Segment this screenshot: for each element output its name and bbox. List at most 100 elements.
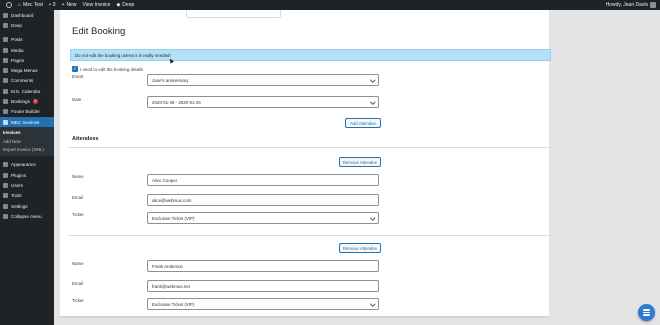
email-label: Email bbox=[72, 281, 83, 286]
remove-attendee-label: Remove Attendee bbox=[342, 245, 378, 251]
calendar-icon bbox=[3, 88, 8, 94]
view-invoice-link[interactable]: View Invoice bbox=[79, 0, 113, 10]
attendee-ticket-value: Exclusive Ticket (VIP) bbox=[152, 301, 195, 307]
new-content-link[interactable]: + New bbox=[59, 0, 80, 10]
deep-icon: ◆ bbox=[116, 2, 121, 8]
wordpress-icon bbox=[6, 2, 12, 8]
attendee-ticket-select[interactable]: Exclusive Ticket (VIP) bbox=[147, 212, 379, 224]
edit-details-checkbox[interactable]: ✓ bbox=[72, 66, 78, 72]
sidebar-item-bookings[interactable]: Bookings 2 bbox=[0, 96, 54, 106]
sidebar-item-pages[interactable]: Pages bbox=[0, 55, 54, 65]
sidebar-item-appearance[interactable]: Appearance bbox=[0, 160, 54, 170]
add-attendee-button[interactable]: Add Attendee bbox=[345, 118, 381, 128]
sidebar-item-label: Bookings bbox=[11, 99, 30, 105]
top-tab-box bbox=[186, 10, 281, 18]
sidebar-item-footer-builder[interactable]: Footer Builder bbox=[0, 107, 54, 117]
pages-icon bbox=[3, 57, 8, 63]
sidebar-item-comments[interactable]: Comments bbox=[0, 76, 54, 86]
sidebar-item-label: Comments bbox=[11, 78, 34, 84]
event-select[interactable]: Jane's anniversary bbox=[147, 74, 379, 86]
comments-count: 0 bbox=[52, 2, 56, 8]
submenu-item-invoices[interactable]: Invoices bbox=[0, 128, 54, 137]
hamburger-icon-line bbox=[643, 309, 650, 311]
remove-attendee-button[interactable]: Remove Attendee bbox=[339, 243, 381, 253]
attendee-email-input[interactable]: frank@webmus.net bbox=[147, 280, 379, 292]
sidebar-item-label: Dashboard bbox=[11, 12, 34, 18]
floating-menu-button[interactable] bbox=[638, 304, 655, 321]
sidebar-item-settings[interactable]: Settings bbox=[0, 201, 54, 211]
booking-icon bbox=[3, 99, 8, 105]
sidebar-item-label: Mega Menus bbox=[11, 68, 38, 74]
date-value: 2020-01-26 - 2020-01-26 bbox=[152, 99, 201, 105]
submenu-label: Add New bbox=[3, 138, 21, 144]
remove-attendee-button[interactable]: Remove Attendee bbox=[339, 157, 381, 167]
attendee-name-input[interactable]: Frank Anderson bbox=[147, 260, 379, 272]
plus-icon: + bbox=[61, 2, 65, 8]
wordpress-logo[interactable] bbox=[0, 0, 15, 10]
email-label: Email bbox=[72, 195, 83, 200]
add-attendee-label: Add Attendee bbox=[350, 120, 376, 126]
warning-notice: Do not edit the booking unless it is rea… bbox=[70, 49, 551, 61]
pin-icon bbox=[3, 37, 8, 43]
attendee-name-input[interactable]: Alice Cooper bbox=[147, 174, 379, 186]
bookings-count-badge: 2 bbox=[32, 99, 38, 105]
sidebar-item-users[interactable]: Users bbox=[0, 180, 54, 190]
sidebar-item-label: Appearance bbox=[11, 162, 36, 168]
attendee-ticket-value: Exclusive Ticket (VIP) bbox=[152, 215, 195, 221]
sidebar-item-label: MEC Invoices bbox=[11, 119, 40, 125]
main-content: Edit Booking Do not edit the booking unl… bbox=[54, 10, 660, 325]
attendee-divider bbox=[68, 235, 553, 236]
sidebar-item-dashboard[interactable]: Dashboard bbox=[0, 10, 54, 20]
submenu-item-export-invoice[interactable]: Export Invoice (XML) bbox=[0, 145, 54, 154]
users-icon bbox=[3, 183, 8, 188]
sidebar-item-mega-menus[interactable]: Mega Menus bbox=[0, 65, 54, 75]
user-account-menu[interactable]: Howdy, Jean Davis bbox=[606, 2, 660, 8]
attendee-ticket-select[interactable]: Exclusive Ticket (VIP) bbox=[147, 298, 379, 310]
event-value: Jane's anniversary bbox=[152, 77, 189, 83]
sidebar-item-posts[interactable]: Posts bbox=[0, 35, 54, 45]
submenu-item-add-new[interactable]: Add New bbox=[0, 137, 54, 146]
date-label: Date bbox=[72, 97, 82, 102]
date-select[interactable]: 2020-01-26 - 2020-01-26 bbox=[147, 96, 379, 108]
dashboard-icon bbox=[3, 12, 8, 18]
attendees-divider bbox=[68, 147, 553, 148]
sidebar-item-label: Media bbox=[11, 47, 24, 53]
comment-bubble-icon: ▪ bbox=[48, 2, 51, 8]
sidebar-item-label: Collapse menu bbox=[11, 213, 42, 219]
attendee-email-input[interactable]: alice@webmus.com bbox=[147, 194, 379, 206]
ticket-label: Ticket bbox=[72, 298, 84, 303]
settings-icon bbox=[3, 203, 8, 209]
attendee-email-value: alice@webmus.com bbox=[152, 197, 192, 203]
collapse-menu-button[interactable]: Collapse menu bbox=[0, 211, 54, 221]
sidebar-item-plugins[interactable]: Plugins bbox=[0, 170, 54, 180]
sidebar-item-mec-invoices[interactable]: MEC Invoices bbox=[0, 116, 54, 128]
sidebar-item-label: Tools bbox=[11, 193, 22, 199]
sidebar-item-deep[interactable]: Deep bbox=[0, 20, 54, 30]
remove-attendee-label: Remove Attendee bbox=[342, 159, 378, 165]
avatar bbox=[650, 2, 656, 8]
comments-link[interactable]: ▪ 0 bbox=[46, 0, 59, 10]
submenu-label: Export Invoice (XML) bbox=[3, 147, 44, 153]
name-label: Name bbox=[72, 261, 84, 266]
attendee-email-value: frank@webmus.net bbox=[152, 283, 190, 289]
sidebar-item-tools[interactable]: Tools bbox=[0, 191, 54, 201]
media-icon bbox=[3, 47, 8, 53]
site-name-link[interactable]: ⌂ Mec Test bbox=[15, 0, 46, 10]
hamburger-icon-line bbox=[643, 314, 650, 316]
sidebar-item-label: Posts bbox=[11, 37, 23, 43]
brush-icon bbox=[3, 162, 8, 168]
sidebar-item-me-calendar[interactable]: M.E. Calendar bbox=[0, 86, 54, 96]
deep-icon bbox=[3, 22, 8, 28]
sidebar-item-media[interactable]: Media bbox=[0, 45, 54, 55]
howdy-text: Howdy, Jean Davis bbox=[605, 2, 648, 8]
deep-label: Deep bbox=[122, 2, 135, 8]
sidebar-item-label: Footer Builder bbox=[11, 109, 40, 115]
submenu-label: Invoices bbox=[3, 130, 21, 136]
page-title: Edit Booking bbox=[72, 26, 126, 37]
deep-link[interactable]: ◆ Deep bbox=[113, 0, 137, 10]
home-icon: ⌂ bbox=[18, 2, 22, 8]
mec-invoices-submenu: Invoices Add New Export Invoice (XML) bbox=[0, 127, 54, 156]
admin-sidebar: Dashboard Deep Posts Media Pages Mega Me… bbox=[0, 10, 54, 325]
sidebar-item-label: Users bbox=[11, 183, 23, 188]
ticket-label: Ticket bbox=[72, 212, 84, 217]
